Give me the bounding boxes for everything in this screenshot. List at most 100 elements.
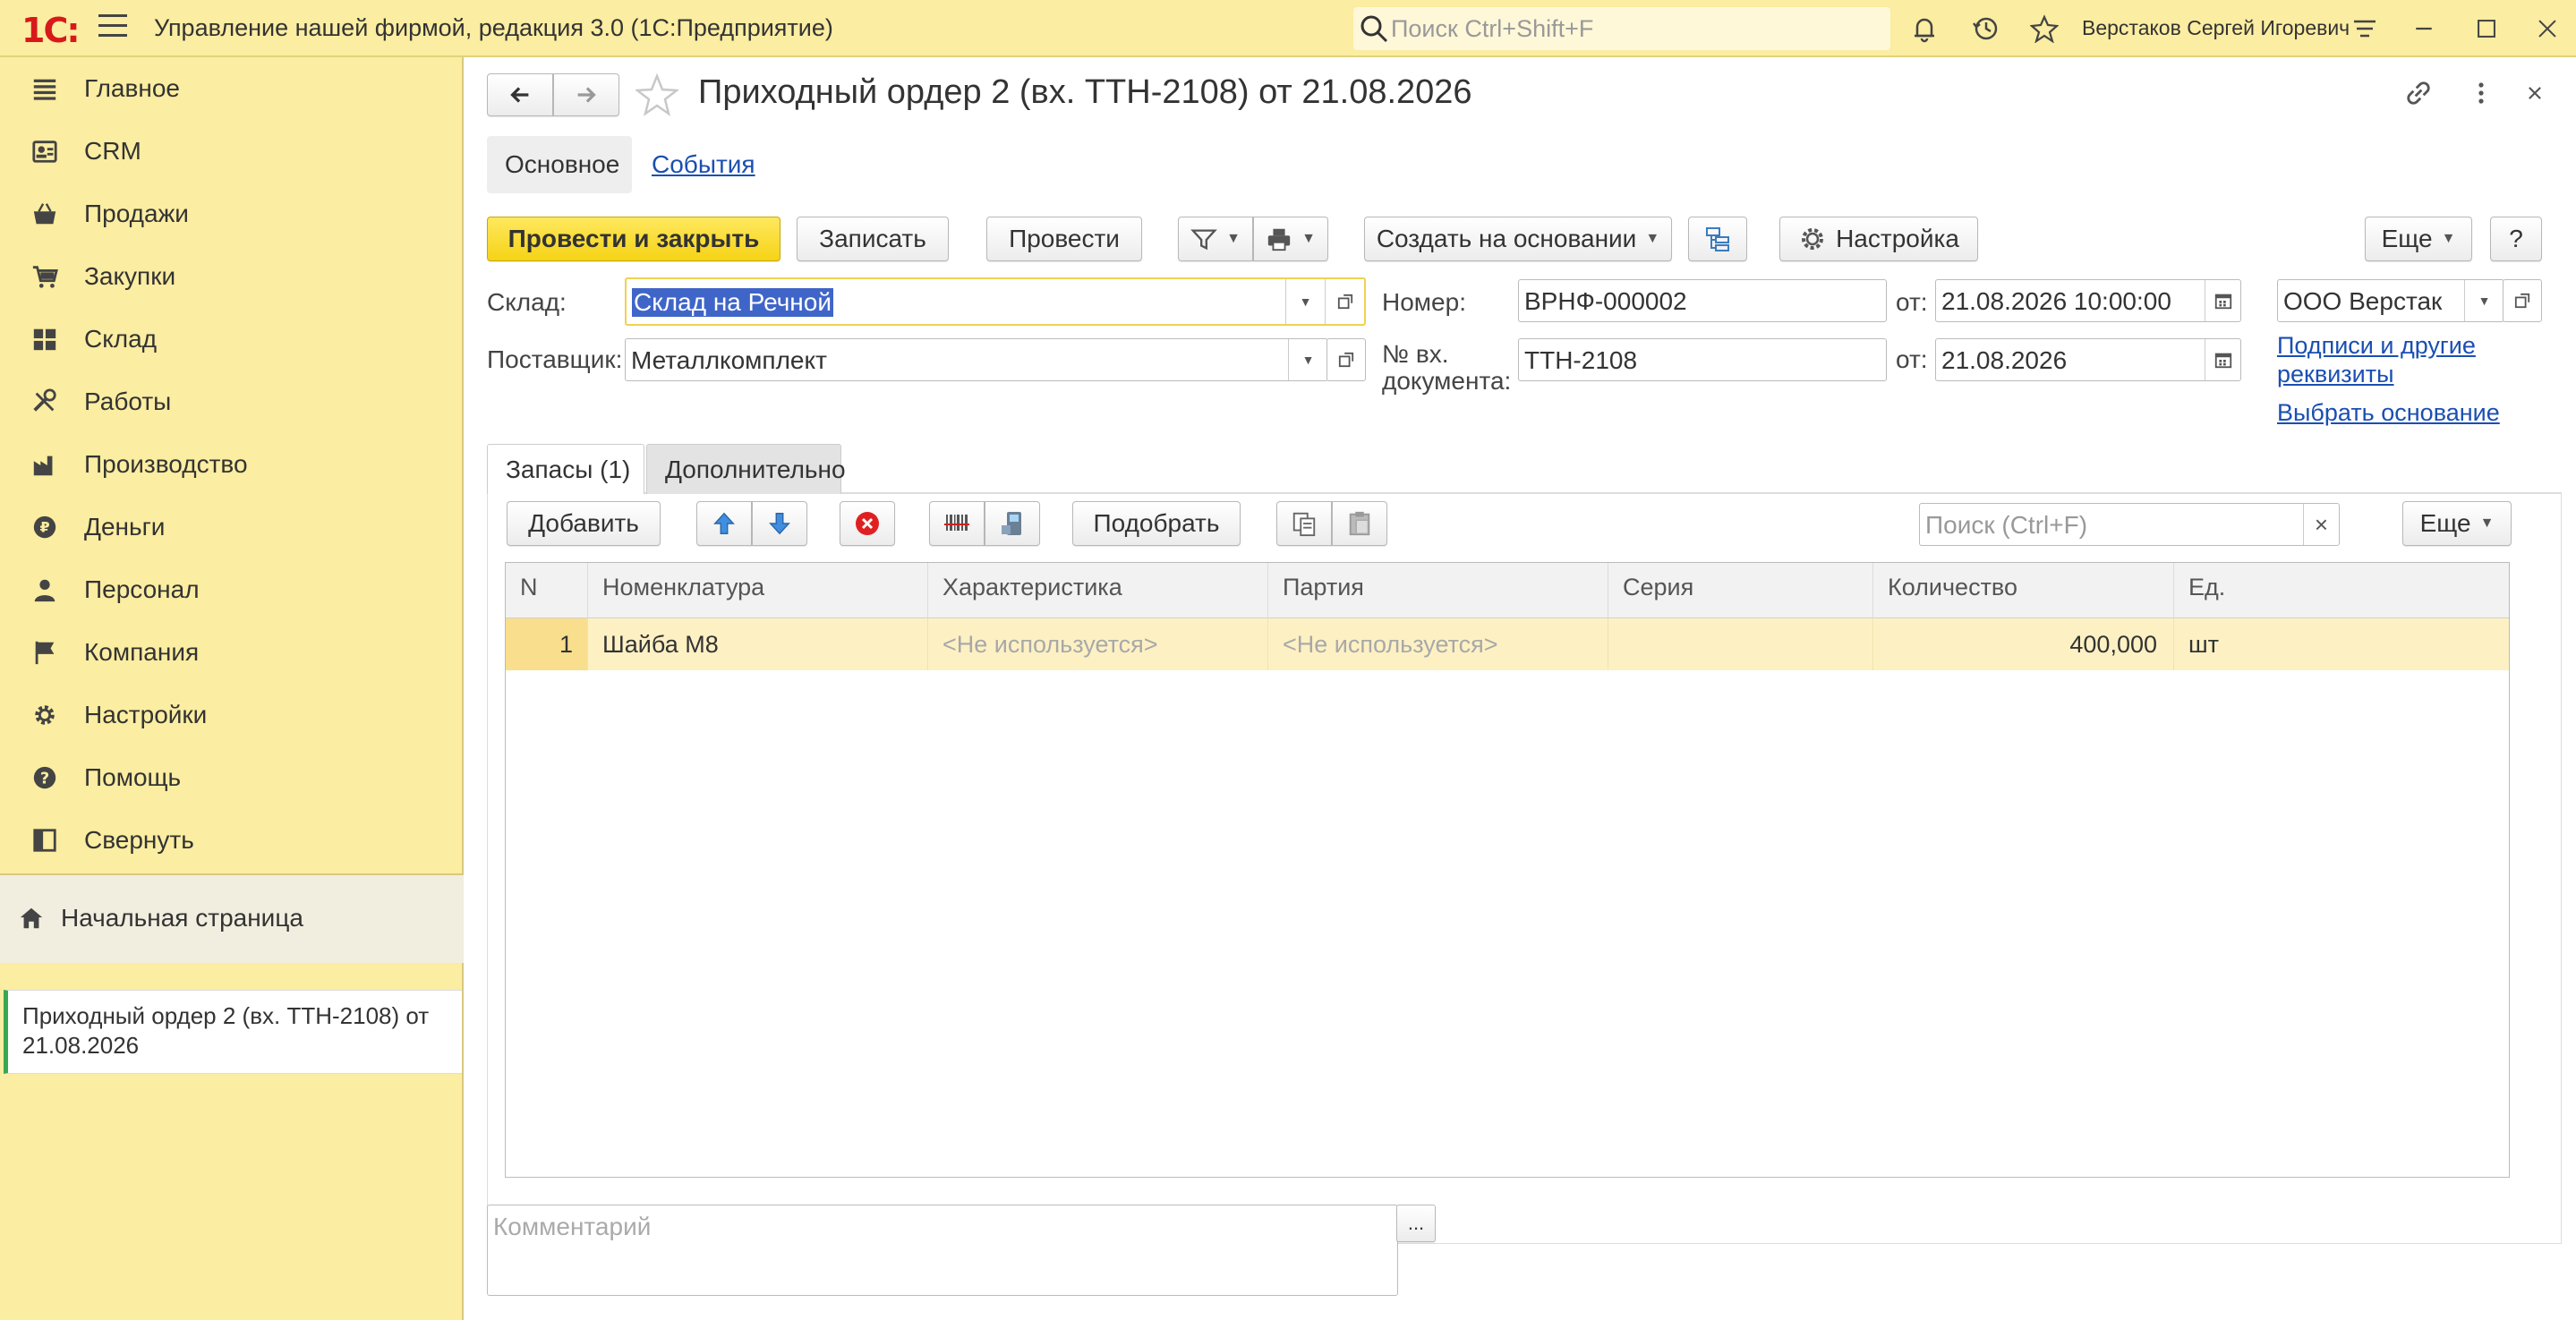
delete-row-button[interactable] [840, 501, 895, 546]
close-window-icon[interactable] [2529, 11, 2565, 47]
open-window-tab[interactable]: Приходный ордер 2 (вх. ТТН-2108) от 21.0… [4, 990, 462, 1074]
close-form-icon[interactable] [2522, 81, 2547, 106]
barcode-button[interactable] [929, 501, 985, 546]
incoming-doc-field[interactable]: ТТН-2108 [1518, 338, 1887, 381]
back-button[interactable] [487, 73, 553, 116]
gear-icon [29, 699, 61, 731]
company-field[interactable]: ООО Верстак ▼ [2277, 279, 2504, 322]
sidebar-item-help[interactable]: ? Помощь [0, 748, 464, 807]
incoming-doc-label-2: документа: [1382, 367, 1512, 395]
sidebar-item-warehouse[interactable]: Склад [0, 310, 464, 369]
column-header-series[interactable]: Серия [1608, 563, 1873, 618]
data-collection-terminal-button[interactable] [985, 501, 1040, 546]
sidebar-item-settings[interactable]: Настройки [0, 686, 464, 745]
add-row-button[interactable]: Добавить [507, 501, 661, 546]
sidebar-item-money[interactable]: ₽ Деньги [0, 498, 464, 557]
save-button[interactable]: Записать [797, 217, 949, 261]
more-vertical-icon[interactable] [2467, 79, 2495, 107]
supplier-open-button[interactable] [1326, 338, 1366, 381]
sidebar-item-company[interactable]: Компания [0, 623, 464, 682]
sidebar-item-staff[interactable]: Персонал [0, 560, 464, 619]
pick-button[interactable]: Подобрать [1072, 501, 1241, 546]
cell-characteristic[interactable]: <Не используется> [928, 618, 1268, 670]
warehouse-field[interactable]: Склад на Речной ▼ [625, 277, 1366, 326]
sidebar-item-collapse[interactable]: Свернуть [0, 811, 464, 870]
filter-dropdown-button[interactable]: ▼ [1178, 217, 1253, 261]
column-header-item[interactable]: Номенклатура [588, 563, 928, 618]
move-down-button[interactable] [752, 501, 807, 546]
sidebar-item-production[interactable]: Производство [0, 435, 464, 494]
print-dropdown-button[interactable]: ▼ [1253, 217, 1328, 261]
calendar-icon[interactable] [2205, 280, 2240, 321]
bell-icon[interactable] [1906, 11, 1942, 47]
paste-rows-button[interactable] [1332, 501, 1387, 546]
printer-icon [1267, 228, 1291, 251]
favorite-star-icon[interactable] [635, 73, 678, 116]
comment-field[interactable]: Комментарий [487, 1205, 1398, 1296]
signatures-link[interactable]: Подписи и другие реквизиты [2277, 331, 2546, 388]
create-based-on-button[interactable]: Создать на основании ▼ [1364, 217, 1672, 261]
column-header-unit[interactable]: Ед. [2174, 563, 2509, 618]
star-icon[interactable] [2026, 11, 2062, 47]
cell-series[interactable] [1608, 618, 1873, 670]
cell-quantity[interactable]: 400,000 [1873, 618, 2174, 670]
date-field[interactable]: 21.08.2026 10:00:00 [1935, 279, 2241, 322]
supplier-dropdown-icon[interactable]: ▼ [1288, 339, 1327, 380]
warehouse-open-icon[interactable] [1325, 279, 1364, 324]
copy-rows-button[interactable] [1276, 501, 1332, 546]
number-field[interactable]: ВРНФ-000002 [1518, 279, 1887, 322]
cell-n[interactable]: 1 [506, 618, 588, 670]
forward-button[interactable] [553, 73, 619, 116]
more-button[interactable]: Еще ▼ [2365, 217, 2472, 261]
help-button[interactable]: ? [2490, 217, 2542, 261]
user-name[interactable]: Верстаков Сергей Игоревич [2082, 16, 2350, 40]
settings-lines-icon[interactable] [2347, 11, 2383, 47]
menu-icon[interactable] [98, 14, 127, 41]
sidebar-item-purchases[interactable]: Закупки [0, 247, 464, 306]
column-header-n[interactable]: N [506, 563, 588, 618]
table-search-placeholder: Поиск (Ctrl+F) [1925, 511, 2088, 539]
column-header-quantity[interactable]: Количество [1873, 563, 2174, 618]
choose-basis-link[interactable]: Выбрать основание [2277, 399, 2500, 427]
supplier-field[interactable]: Металлкомплект ▼ [625, 338, 1328, 381]
sidebar-item-works[interactable]: Работы [0, 372, 464, 431]
table-more-label: Еще [2419, 509, 2471, 537]
warehouse-label: Склад: [487, 288, 567, 316]
warehouse-dropdown-icon[interactable]: ▼ [1285, 279, 1325, 324]
link-icon[interactable] [2402, 77, 2435, 109]
home-icon [18, 905, 45, 932]
cell-batch[interactable]: <Не используется> [1268, 618, 1608, 670]
tab-additional[interactable]: Дополнительно [646, 444, 846, 494]
settings-button[interactable]: Настройка [1779, 217, 1978, 261]
post-button[interactable]: Провести [986, 217, 1142, 261]
sidebar-item-label: Настройки [84, 701, 208, 728]
company-open-button[interactable] [2503, 279, 2542, 322]
scanner-icon [1002, 512, 1021, 535]
maximize-icon[interactable] [2469, 11, 2504, 47]
cell-item[interactable]: Шайба М8 [588, 618, 928, 670]
history-icon[interactable] [1967, 11, 2003, 47]
tab-events[interactable]: События [652, 150, 755, 179]
arrow-up-icon [713, 512, 735, 534]
sidebar-item-main[interactable]: Главное [0, 59, 464, 118]
calendar-icon[interactable] [2205, 339, 2240, 380]
sidebar-item-crm[interactable]: CRM [0, 122, 464, 181]
column-header-batch[interactable]: Партия [1268, 563, 1608, 618]
home-page-item[interactable]: Начальная страница [0, 875, 464, 963]
table-search-input[interactable]: Поиск (Ctrl+F) × [1919, 503, 2340, 546]
global-search-input[interactable]: Поиск Ctrl+Shift+F [1353, 7, 1890, 50]
sidebar-item-sales[interactable]: Продажи [0, 184, 464, 243]
structure-button[interactable] [1688, 217, 1747, 261]
minimize-icon[interactable] [2406, 11, 2442, 47]
cell-unit[interactable]: шт [2174, 618, 2509, 670]
tab-stock[interactable]: Запасы (1) [487, 444, 644, 494]
move-up-button[interactable] [696, 501, 752, 546]
incoming-date-field[interactable]: 21.08.2026 [1935, 338, 2241, 381]
comment-expand-button[interactable]: ... [1396, 1205, 1436, 1242]
company-dropdown-icon[interactable]: ▼ [2464, 280, 2503, 321]
post-and-close-button[interactable]: Провести и закрыть [487, 217, 780, 261]
column-header-characteristic[interactable]: Характеристика [928, 563, 1268, 618]
table-more-button[interactable]: Еще ▼ [2402, 501, 2512, 546]
clear-search-icon[interactable]: × [2303, 504, 2339, 545]
tab-main[interactable]: Основное [487, 136, 632, 193]
